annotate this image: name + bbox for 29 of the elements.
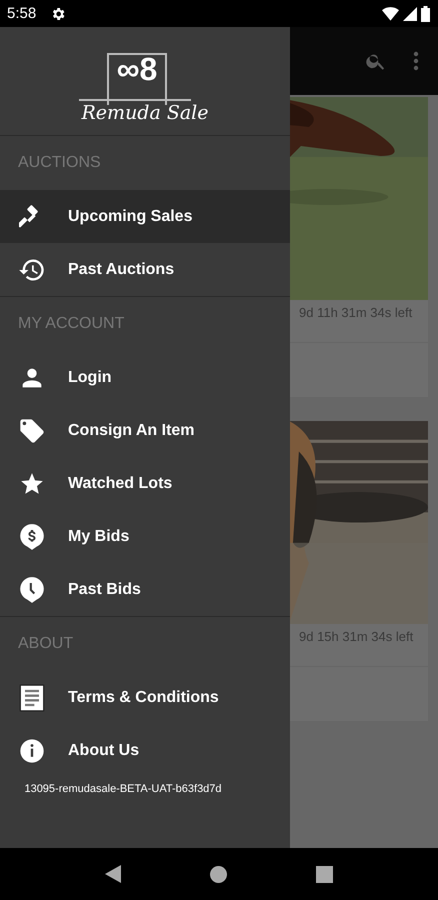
- logo-mark: ∞8: [116, 50, 158, 89]
- info-icon: [18, 736, 46, 764]
- section-header: MY ACCOUNT: [18, 315, 124, 333]
- menu-item[interactable]: Consign An Item: [0, 404, 290, 457]
- recents-icon[interactable]: [316, 866, 334, 882]
- menu-item[interactable]: My Bids: [0, 510, 290, 563]
- menu-item[interactable]: Login: [0, 351, 290, 404]
- battery-icon: [421, 6, 430, 22]
- home-icon[interactable]: [210, 866, 227, 882]
- back-icon[interactable]: [104, 865, 121, 883]
- clock-time: 5:58: [7, 5, 36, 22]
- menu-item[interactable]: Upcoming Sales: [0, 190, 290, 243]
- logo-text: Remuda Sale: [80, 101, 210, 125]
- menu-item[interactable]: Terms & Conditions: [0, 671, 290, 724]
- clock-pin-icon: [18, 576, 46, 604]
- menu-item[interactable]: Past Auctions: [0, 243, 290, 296]
- version-text: 13095-remudasale-BETA-UAT-b63f3d7d: [23, 783, 223, 795]
- document-icon: [19, 684, 45, 712]
- signal-icon: [403, 6, 417, 20]
- menu-item[interactable]: About Us: [0, 724, 290, 777]
- wifi-icon: [382, 6, 399, 20]
- dollar-pin-icon: [18, 522, 46, 550]
- section-header: ABOUT: [18, 635, 74, 653]
- more-icon[interactable]: [413, 51, 419, 71]
- menu-item[interactable]: Watched Lots: [0, 457, 290, 510]
- tag-icon: [18, 416, 46, 444]
- settings-icon: [50, 6, 66, 22]
- menu-item[interactable]: Past Bids: [0, 563, 290, 616]
- section-header: AUCTIONS: [18, 154, 101, 172]
